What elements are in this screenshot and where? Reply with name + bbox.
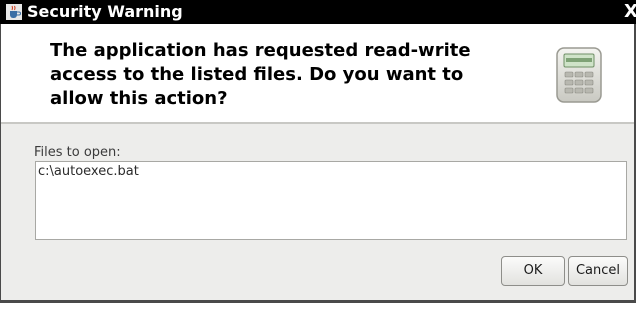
- window-border-bottom: [0, 300, 636, 303]
- header-divider: [0, 122, 636, 124]
- warning-message: The application has requested read-write…: [50, 40, 471, 109]
- title-bar[interactable]: Security Warning X: [0, 0, 636, 24]
- security-warning-dialog: Security Warning X The application has r…: [0, 0, 636, 312]
- message-header: The application has requested read-write…: [0, 24, 636, 122]
- ok-button[interactable]: OK: [501, 256, 565, 286]
- files-label: Files to open:: [34, 145, 121, 160]
- java-cup-icon: [6, 4, 22, 20]
- close-icon[interactable]: X: [624, 0, 636, 24]
- window-title: Security Warning: [27, 2, 183, 21]
- list-item[interactable]: c:\autoexec.bat: [38, 164, 139, 179]
- cancel-button[interactable]: Cancel: [568, 256, 628, 286]
- files-list[interactable]: c:\autoexec.bat: [35, 161, 627, 240]
- window-border-left: [0, 24, 1, 300]
- device-keypad-icon: [553, 46, 605, 104]
